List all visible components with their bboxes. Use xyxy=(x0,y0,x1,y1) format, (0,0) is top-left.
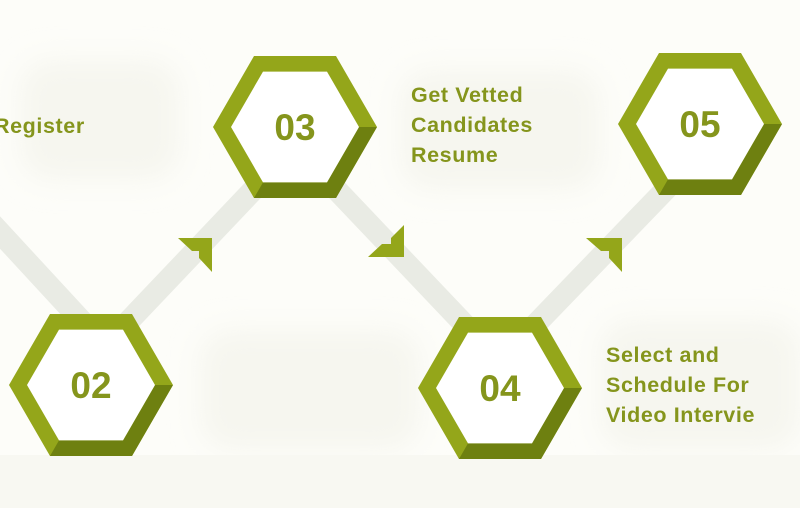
previous-step-label: Register xyxy=(0,111,85,141)
connectors xyxy=(0,177,678,338)
connector-02-to-03 xyxy=(117,177,266,333)
label-line: Candidates xyxy=(411,113,533,137)
step-04-label: Select and Schedule For Video Intervie xyxy=(606,340,755,430)
label-line: Select and xyxy=(606,343,720,367)
steps-graphic: 02 03 04 05 xyxy=(0,53,800,508)
bottom-band xyxy=(0,455,800,508)
step-number: 05 xyxy=(679,104,720,145)
label-line: Resume xyxy=(411,143,499,167)
connector-04-to-05 xyxy=(527,177,678,333)
step-number: 03 xyxy=(274,107,315,148)
label-line: Register xyxy=(0,114,85,138)
step-04-node: 04 xyxy=(418,317,582,460)
step-03-label: Get Vetted Candidates Resume xyxy=(411,80,533,170)
step-number: 02 xyxy=(70,365,111,406)
label-line: Schedule For xyxy=(606,373,750,397)
step-number: 04 xyxy=(479,368,521,409)
step-05-node: 05 xyxy=(618,53,782,196)
process-steps-diagram: 02 03 04 05 Register Get Vetted Candidates … xyxy=(0,0,800,508)
step-02-node: 02 xyxy=(9,314,173,457)
connector-prev-to-02 xyxy=(0,216,99,338)
label-line: Video Intervie xyxy=(606,403,756,427)
label-line: Get Vetted xyxy=(411,83,524,107)
step-03-node: 03 xyxy=(213,56,377,199)
